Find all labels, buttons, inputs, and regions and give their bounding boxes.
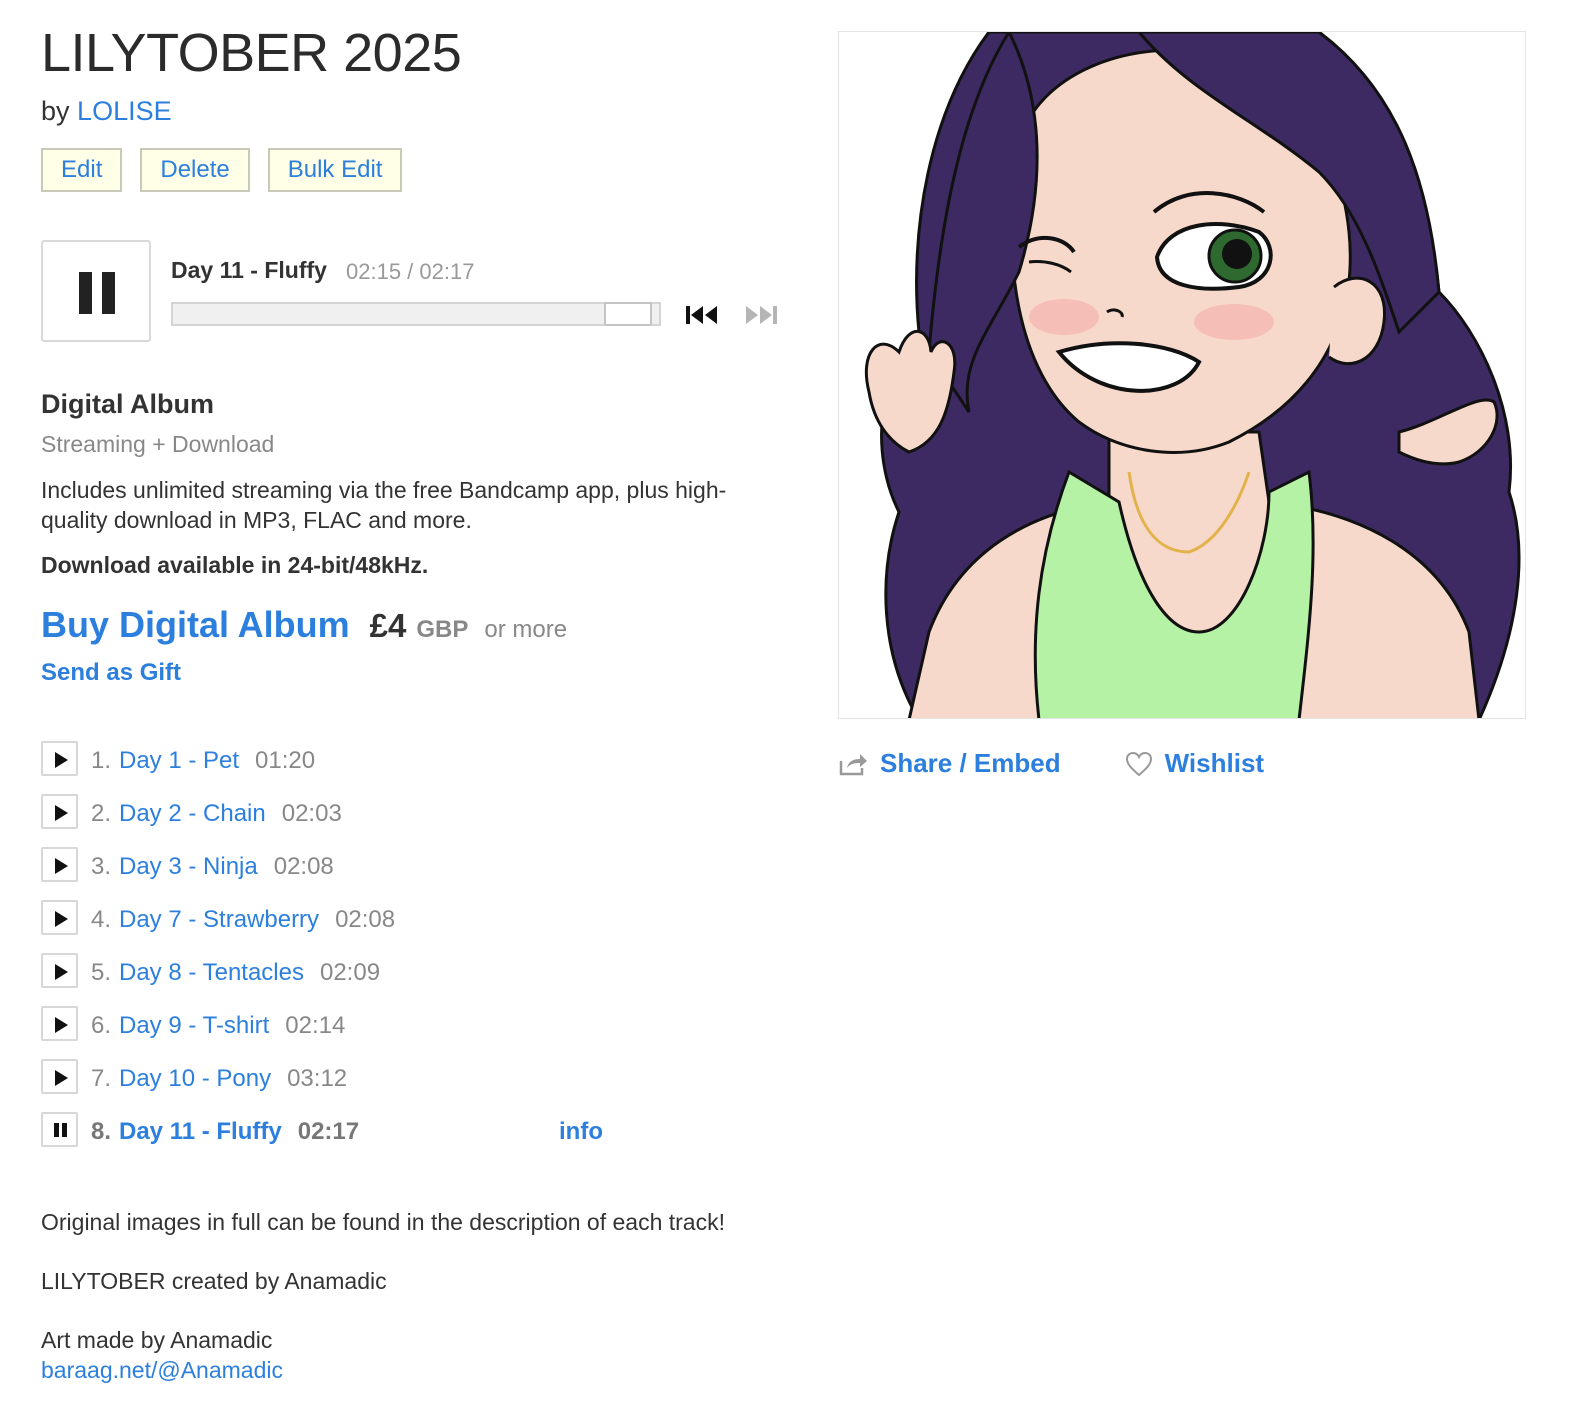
track-number: 6.: [91, 1012, 112, 1039]
track-row: 7. Day 10 - Pony 03:12: [41, 1059, 661, 1112]
progress-bar[interactable]: [171, 302, 661, 326]
track-row: 1. Day 1 - Pet 01:20: [41, 741, 661, 794]
track-duration: 02:08: [273, 853, 334, 880]
track-play-button[interactable]: [41, 741, 78, 776]
track-play-button[interactable]: [41, 1006, 78, 1041]
track-title-link[interactable]: Day 3 - Ninja: [119, 853, 258, 880]
track-number: 8.: [91, 1118, 112, 1145]
about-line: Original images in full can be found in …: [41, 1209, 725, 1235]
purchase-type: Digital Album: [41, 389, 214, 419]
share-icon[interactable]: [838, 751, 868, 777]
play-icon: [55, 805, 68, 821]
track-number: 4.: [91, 906, 112, 933]
track-play-button[interactable]: [41, 900, 78, 935]
play-pause-button[interactable]: [41, 240, 151, 342]
track-number: 5.: [91, 959, 112, 986]
now-playing-time: 02:15 / 02:17: [346, 259, 475, 284]
track-title-link[interactable]: Day 7 - Strawberry: [119, 906, 319, 933]
album-art-illustration: [839, 32, 1525, 718]
wishlist-link[interactable]: Wishlist: [1165, 748, 1264, 779]
track-row: 6. Day 9 - T-shirt 02:14: [41, 1006, 661, 1059]
previous-track-icon[interactable]: [683, 302, 721, 328]
play-icon: [55, 858, 68, 874]
track-title-link[interactable]: Day 8 - Tentacles: [119, 959, 304, 986]
play-icon: [55, 964, 68, 980]
track-row: 5. Day 8 - Tentacles 02:09: [41, 953, 661, 1006]
track-duration: 02:09: [319, 959, 381, 986]
next-track-icon[interactable]: [742, 302, 780, 328]
track-duration: 02:14: [285, 1012, 346, 1039]
track-play-button[interactable]: [41, 953, 78, 988]
now-playing-title: Day 11 - Fluffy: [171, 257, 327, 283]
purchase-description: Includes unlimited streaming via the fre…: [41, 477, 727, 533]
currency: GBP: [416, 616, 469, 643]
track-title-link[interactable]: Day 2 - Chain: [119, 800, 266, 827]
track-duration: 02:08: [335, 906, 396, 933]
album-art[interactable]: [838, 31, 1526, 719]
album-about: Original images in full can be found in …: [41, 1207, 801, 1385]
track-row: 2. Day 2 - Chain 02:03: [41, 794, 661, 847]
admin-toolbar: Edit Delete Bulk Edit: [41, 148, 403, 192]
price: £4: [369, 607, 407, 644]
buy-digital-album-link[interactable]: Buy Digital Album: [41, 604, 350, 646]
artist-link[interactable]: LOLISE: [77, 96, 172, 126]
track-number: 1.: [91, 747, 112, 774]
actions-row: Share / Embed Wishlist: [838, 748, 1264, 779]
share-embed-link[interactable]: Share / Embed: [880, 748, 1061, 779]
audio-player: Day 11 - Fluffy 02:15 / 02:17: [41, 240, 801, 342]
or-more-label: or more: [484, 616, 568, 643]
about-line: LILYTOBER created by Anamadic: [41, 1268, 387, 1294]
track-pause-button[interactable]: [41, 1112, 78, 1147]
track-title-link[interactable]: Day 11 - Fluffy: [119, 1118, 282, 1145]
track-list: 1. Day 1 - Pet 01:20 2. Day 2 - Chain 02:0…: [41, 741, 661, 1165]
play-icon: [55, 1017, 68, 1033]
buy-row: Buy Digital Album £4 GBP or more: [41, 604, 567, 646]
track-info-link[interactable]: info: [559, 1118, 603, 1146]
bulk-edit-button[interactable]: Bulk Edit: [267, 148, 403, 192]
track-title-link[interactable]: Day 1 - Pet: [119, 747, 239, 774]
send-as-gift-link[interactable]: Send as Gift: [41, 659, 181, 687]
track-play-button[interactable]: [41, 847, 78, 882]
track-row: 4. Day 7 - Strawberry 02:08: [41, 900, 661, 953]
track-row-current: 8. Day 11 - Fluffy 02:17 info: [41, 1112, 661, 1165]
album-title: LILYTOBER 2025: [41, 23, 462, 83]
track-row: 3. Day 3 - Ninja 02:08: [41, 847, 661, 900]
play-icon: [55, 911, 68, 927]
track-duration: 02:17: [297, 1118, 360, 1145]
track-play-button[interactable]: [41, 794, 78, 829]
bitrate-note: Download available in 24-bit/48kHz.: [41, 552, 429, 578]
track-title-link[interactable]: Day 10 - Pony: [119, 1065, 271, 1092]
track-duration: 02:03: [281, 800, 342, 827]
by-prefix: by: [41, 96, 70, 126]
track-number: 3.: [91, 853, 112, 880]
edit-button[interactable]: Edit: [41, 148, 123, 192]
heart-icon[interactable]: [1125, 751, 1153, 777]
track-number: 7.: [91, 1065, 112, 1092]
track-play-button[interactable]: [41, 1059, 78, 1094]
track-number: 2.: [91, 800, 112, 827]
play-icon: [55, 1070, 68, 1086]
credits-link[interactable]: baraag.net/@Anamadic: [41, 1357, 283, 1383]
about-line: Art made by Anamadic: [41, 1327, 273, 1353]
track-duration: 03:12: [287, 1065, 348, 1092]
track-duration: 01:20: [255, 747, 316, 774]
purchase-subtype: Streaming + Download: [41, 431, 275, 457]
delete-button[interactable]: Delete: [140, 148, 250, 192]
track-title-link[interactable]: Day 9 - T-shirt: [119, 1012, 269, 1039]
byline: by LOLISE: [41, 96, 172, 127]
play-icon: [55, 752, 68, 768]
progress-thumb[interactable]: [604, 302, 652, 326]
